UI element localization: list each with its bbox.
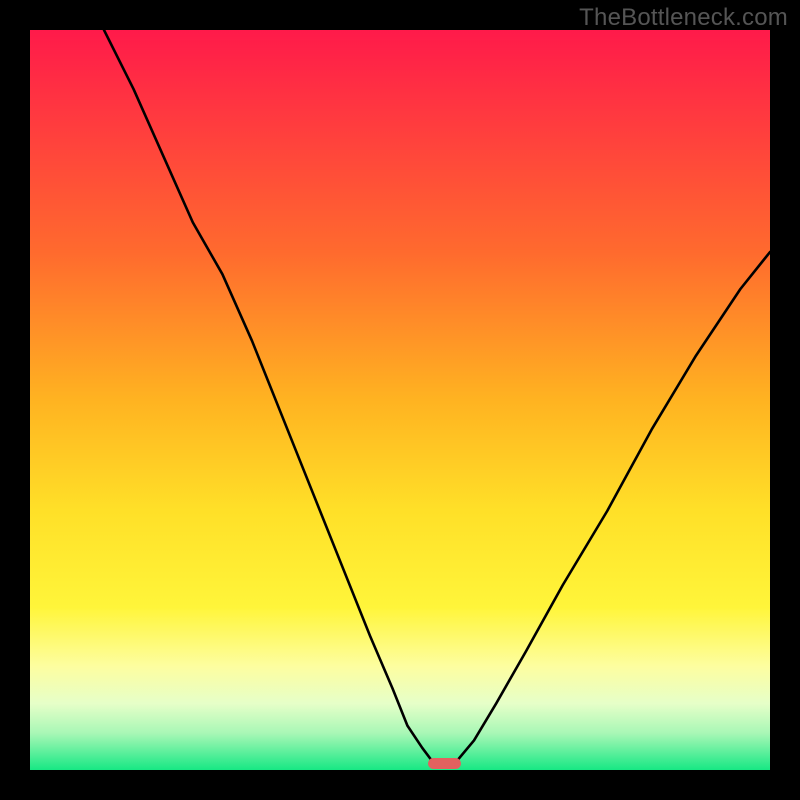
curve-left-branch xyxy=(104,30,433,763)
chart-frame: TheBottleneck.com xyxy=(0,0,800,800)
optimal-marker xyxy=(428,758,461,768)
watermark-text: TheBottleneck.com xyxy=(579,4,788,32)
curve-right-branch xyxy=(456,252,771,763)
curve xyxy=(30,30,770,770)
plot-area xyxy=(30,30,770,770)
